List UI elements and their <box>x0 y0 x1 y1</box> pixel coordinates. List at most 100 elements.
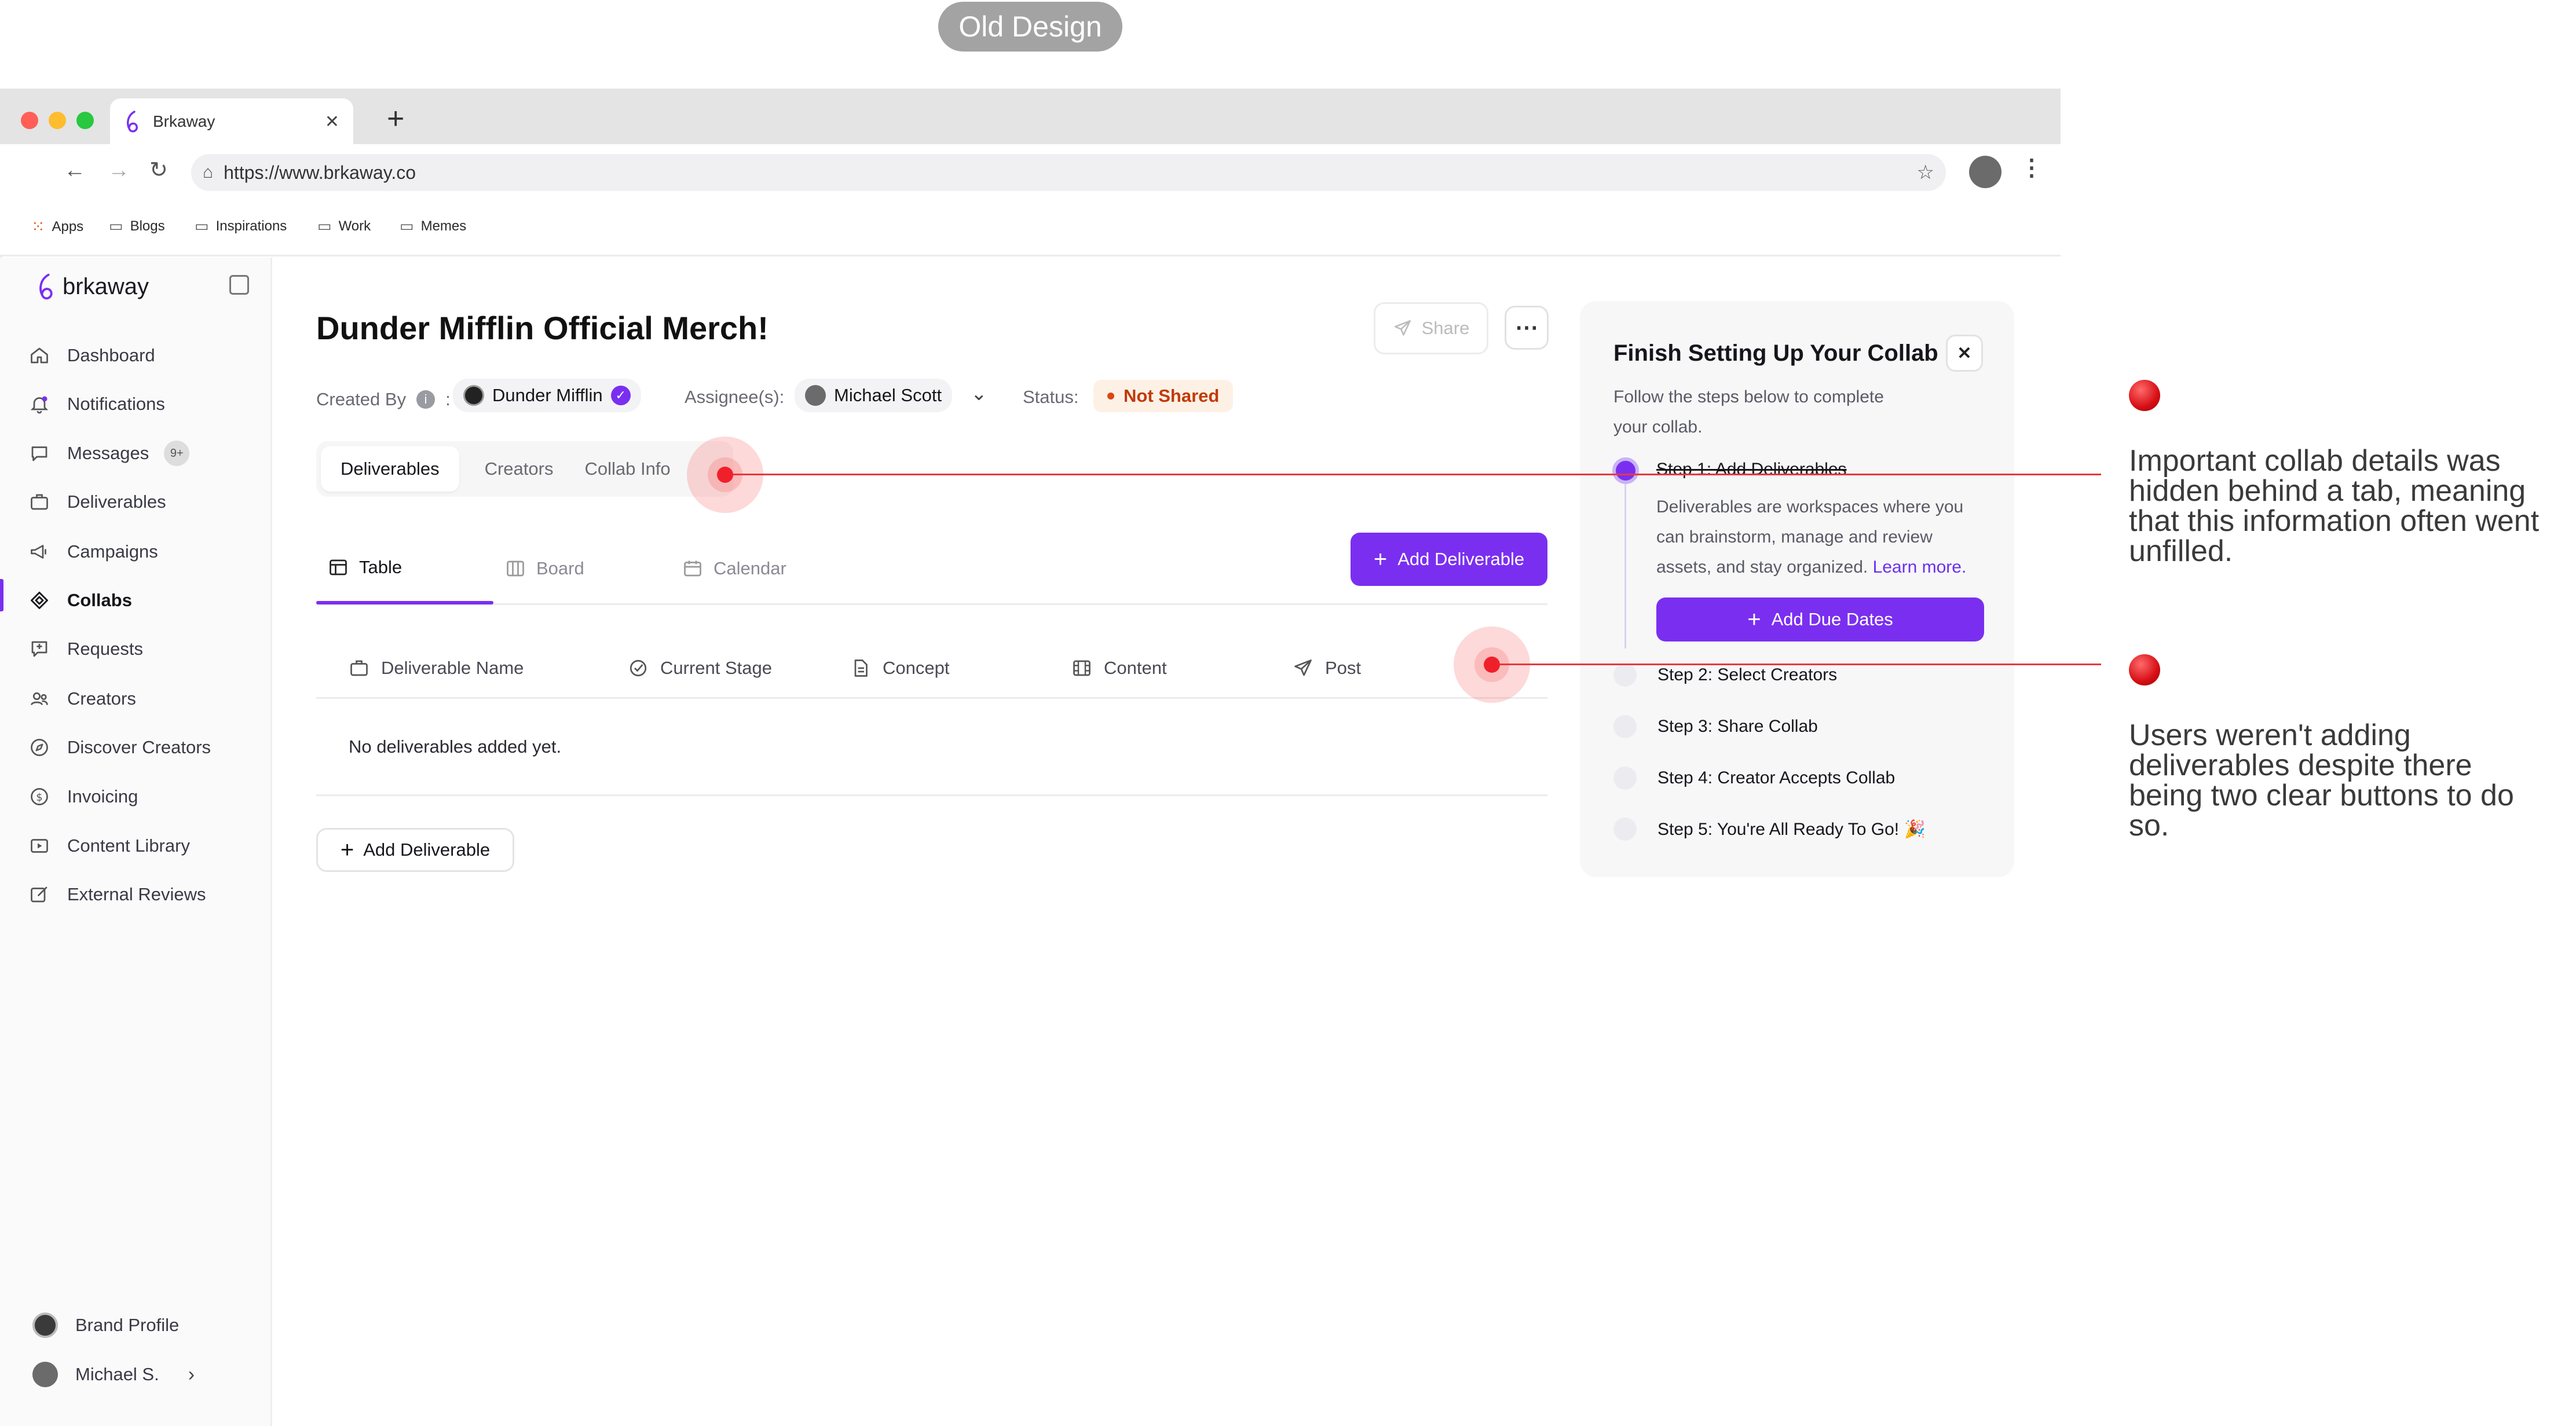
folder-icon: ▭ <box>195 217 209 234</box>
sidebar-item-creators[interactable]: Creators <box>29 684 136 713</box>
window-minimize-button[interactable] <box>49 112 66 129</box>
share-button[interactable]: Share <box>1374 302 1488 354</box>
window-maximize-button[interactable] <box>76 112 94 129</box>
tab-creators[interactable]: Creators <box>459 446 579 492</box>
svg-text:$: $ <box>36 791 42 804</box>
view-calendar[interactable]: Calendar <box>682 558 786 579</box>
plus-icon: + <box>1747 607 1761 632</box>
tab-close-icon[interactable]: ✕ <box>325 112 339 132</box>
active-view-underline <box>316 601 493 604</box>
step-circle <box>1613 767 1637 790</box>
browser-menu-icon[interactable]: ⋮ <box>2020 155 2043 181</box>
url-text: https://www.brkaway.co <box>224 162 416 183</box>
compass-icon <box>31 739 48 756</box>
step-connector-line <box>1624 481 1626 648</box>
created-by-row: Created By i : <box>316 389 451 409</box>
brkaway-logo[interactable]: brkaway <box>36 270 149 303</box>
step4[interactable]: Step 4: Creator Accepts Collab <box>1613 765 1895 791</box>
send-icon <box>1394 320 1411 336</box>
bookmark-apps[interactable]: ⁙ Apps <box>31 217 83 236</box>
url-bar[interactable]: ⌂ https://www.brkaway.co ☆ <box>191 154 1946 191</box>
sidebar-item-invoicing[interactable]: $ Invoicing <box>29 782 138 811</box>
assignee-dropdown-chevron-icon[interactable]: ⌄ <box>971 382 987 405</box>
sidebar-item-campaigns[interactable]: Campaigns <box>29 537 158 566</box>
plus-icon: + <box>1373 547 1388 572</box>
page-title: Dunder Mifflin Official Merch! <box>316 310 769 346</box>
active-indicator <box>0 579 3 611</box>
collapse-sidebar-icon[interactable] <box>229 275 249 295</box>
verified-badge-icon: ✓ <box>610 386 631 405</box>
play-icon <box>31 839 48 853</box>
annotation-note-1: Important collab details was hidden behi… <box>2129 444 2540 568</box>
users-icon <box>31 692 48 705</box>
column-concept: Concept <box>850 654 949 682</box>
window-close-button[interactable] <box>21 112 38 129</box>
sidebar-item-external-reviews[interactable]: External Reviews <box>29 880 206 909</box>
sidebar-item-messages[interactable]: Messages 9+ <box>29 439 190 468</box>
hotspot-dot-tab <box>717 467 733 483</box>
creator-pill[interactable]: Dunder Mifflin ✓ <box>453 379 641 412</box>
tab-collab-info[interactable]: Collab Info <box>579 446 676 492</box>
add-deliverable-bottom-button[interactable]: + Add Deliverable <box>316 828 514 872</box>
reload-icon[interactable]: ↻ <box>149 157 168 183</box>
setup-panel: Finish Setting Up Your Collab ✕ Follow t… <box>1580 301 2014 877</box>
column-deliverable-name: Deliverable Name <box>349 654 524 682</box>
add-deliverable-button[interactable]: + Add Deliverable <box>1351 533 1547 586</box>
sidebar-item-deliverables[interactable]: Deliverables <box>29 487 166 516</box>
bookmark-star-icon[interactable]: ☆ <box>1917 161 1934 184</box>
bookmark-blogs[interactable]: ▭ Blogs <box>109 217 165 235</box>
bookmark-inspirations[interactable]: ▭ Inspirations <box>195 217 287 235</box>
briefcase-icon <box>350 660 368 676</box>
browser-tab[interactable]: Brkaway ✕ <box>110 98 353 145</box>
new-tab-button[interactable]: + <box>387 101 404 136</box>
user-menu-button[interactable]: Michael S. › <box>32 1360 195 1389</box>
forward-arrow-icon[interactable]: → <box>108 158 130 183</box>
annotation-note-2: Users weren't adding deliverables despit… <box>2129 719 2514 842</box>
home-url-icon: ⌂ <box>203 163 214 182</box>
bookmark-memes[interactable]: ▭ Memes <box>400 217 466 235</box>
step3[interactable]: Step 3: Share Collab <box>1613 714 1818 739</box>
calendar-icon <box>684 560 701 577</box>
tab-deliverables[interactable]: Deliverables <box>321 446 459 492</box>
column-content: Content <box>1071 654 1167 682</box>
table-header-divider <box>316 697 1547 699</box>
folder-icon: ▭ <box>317 217 332 234</box>
sidebar-item-dashboard[interactable]: Dashboard <box>29 341 155 370</box>
sidebar-item-collabs[interactable]: Collabs <box>29 586 132 615</box>
brand-profile-button[interactable]: Brand Profile <box>32 1311 179 1340</box>
collab-tabs: Deliverables Creators Collab Info <box>316 441 733 497</box>
view-board[interactable]: Board <box>505 558 584 579</box>
assignee-pill[interactable]: Michael Scott <box>795 379 953 412</box>
sidebar-item-content-library[interactable]: Content Library <box>29 831 190 860</box>
brand-avatar <box>32 1313 58 1338</box>
step1-label[interactable]: Step 1: Add Deliverables <box>1656 460 1847 479</box>
info-icon[interactable]: i <box>416 390 436 409</box>
sidebar-item-discover-creators[interactable]: Discover Creators <box>29 733 211 762</box>
learn-more-link[interactable]: Learn more. <box>1873 558 1967 577</box>
collab-icon <box>31 592 48 609</box>
bookmark-work[interactable]: ▭ Work <box>317 217 371 235</box>
step5[interactable]: Step 5: You're All Ready To Go! 🎉 <box>1613 816 1926 842</box>
plus-icon: + <box>340 837 354 863</box>
assignee-label: Assignee(s): <box>685 387 785 407</box>
sidebar-item-notifications[interactable]: Notifications <box>29 390 165 419</box>
step2[interactable]: Step 2: Select Creators <box>1613 662 1837 688</box>
more-options-icon[interactable]: ⋯ <box>1505 306 1549 350</box>
close-panel-icon[interactable]: ✕ <box>1946 335 1983 372</box>
step-circle <box>1613 818 1637 841</box>
briefcase-icon <box>31 494 48 510</box>
add-due-dates-button[interactable]: + Add Due Dates <box>1656 597 1984 641</box>
view-table[interactable]: Table <box>328 557 402 578</box>
folder-icon: ▭ <box>400 217 414 234</box>
status-dot <box>1107 393 1114 399</box>
status-badge: Not Shared <box>1093 380 1234 412</box>
old-design-badge: Old Design <box>938 2 1122 52</box>
back-arrow-icon[interactable]: ← <box>64 158 86 183</box>
sidebar-item-requests[interactable]: Requests <box>29 635 143 663</box>
tab-title: Brkaway <box>153 112 215 130</box>
film-icon <box>1073 660 1091 676</box>
profile-avatar[interactable] <box>1969 156 2001 188</box>
dunder-mifflin-avatar <box>463 385 484 406</box>
edit-icon <box>31 886 47 903</box>
annotation-marker-1 <box>2129 380 2160 411</box>
